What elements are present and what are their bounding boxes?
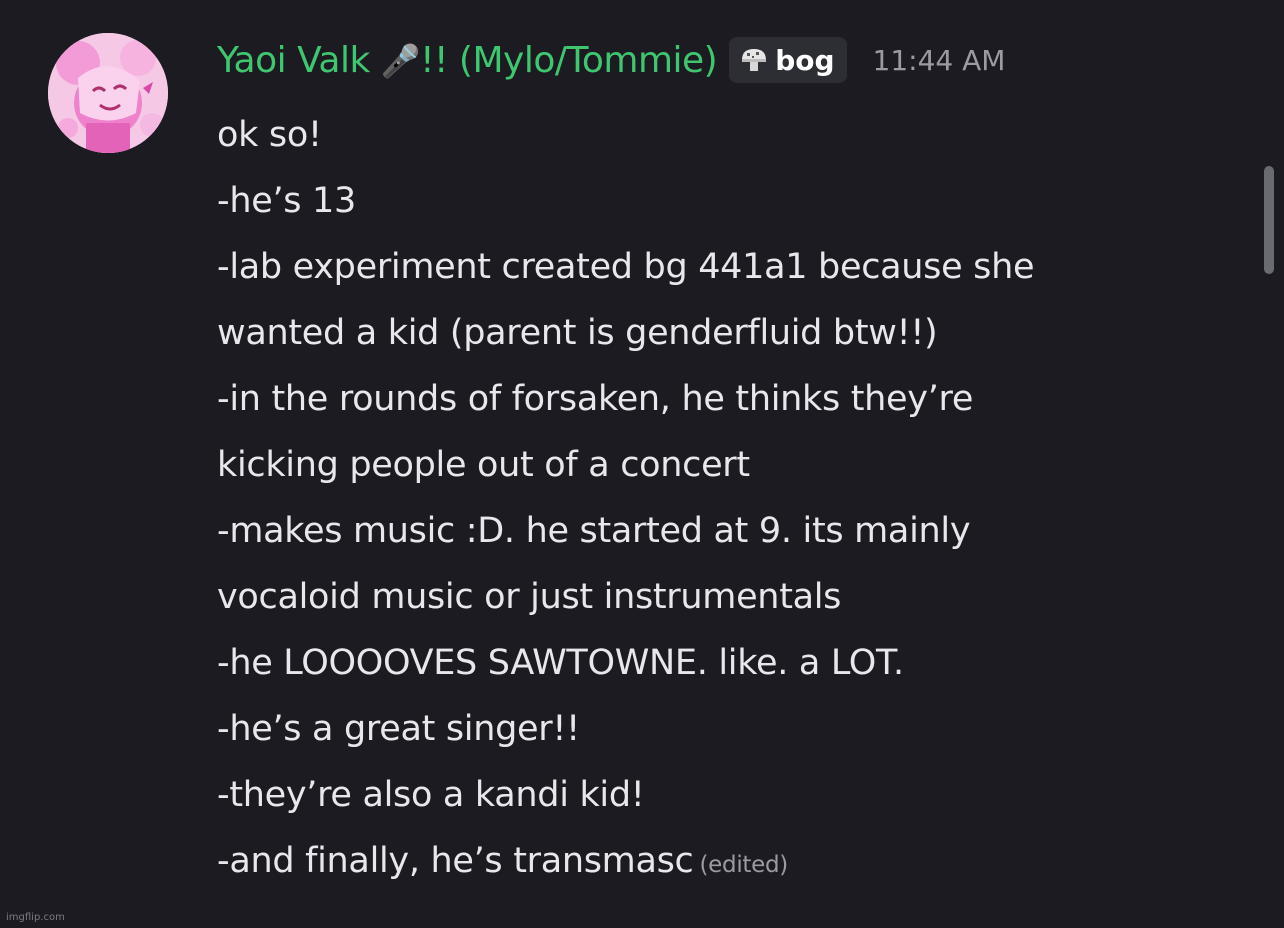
watermark: imgflip.com bbox=[6, 912, 65, 923]
chat-message: Yaoi Valk 🎤!! (Mylo/Tommie) bog 11:44 AM… bbox=[0, 0, 1284, 928]
message-line: vocaloid music or just instrumentals bbox=[217, 577, 842, 617]
author-name[interactable]: Yaoi Valk 🎤!! (Mylo/Tommie) bbox=[217, 40, 718, 81]
message-line: -he’s a great singer!! bbox=[217, 709, 580, 749]
message-line: -he’s 13 bbox=[217, 181, 356, 221]
message-line-last: -and finally, he’s transmasc (edited) bbox=[217, 828, 1227, 894]
message-content: ok so! -he’s 13 -lab experiment created … bbox=[217, 102, 1227, 894]
scrollbar-thumb[interactable] bbox=[1264, 166, 1274, 274]
message-timestamp[interactable]: 11:44 AM bbox=[873, 44, 1006, 77]
message-line: wanted a kid (parent is genderfluid btw!… bbox=[217, 313, 938, 353]
edited-label: (edited) bbox=[699, 852, 789, 878]
message-line: kicking people out of a concert bbox=[217, 445, 750, 485]
mushroom-icon bbox=[742, 49, 767, 71]
pink-character-avatar-icon bbox=[48, 33, 168, 153]
message-line: -he LOOOOVES SAWTOWNE. like. a LOT. bbox=[217, 643, 904, 683]
message-line: -lab experiment created bg 441a1 because… bbox=[217, 247, 1035, 287]
message-line: -makes music :D. he started at 9. its ma… bbox=[217, 511, 971, 551]
server-tag[interactable]: bog bbox=[729, 37, 847, 83]
microphone-icon: 🎤 bbox=[380, 41, 421, 80]
server-tag-label: bog bbox=[775, 43, 835, 77]
message-line: ok so! bbox=[217, 115, 322, 155]
message-line: -they’re also a kandi kid! bbox=[217, 775, 645, 815]
avatar[interactable] bbox=[48, 33, 168, 153]
message-line: -in the rounds of forsaken, he thinks th… bbox=[217, 379, 974, 419]
message-header: Yaoi Valk 🎤!! (Mylo/Tommie) bog 11:44 AM bbox=[217, 30, 1005, 90]
message-line-text: -and finally, he’s transmasc bbox=[217, 841, 694, 881]
